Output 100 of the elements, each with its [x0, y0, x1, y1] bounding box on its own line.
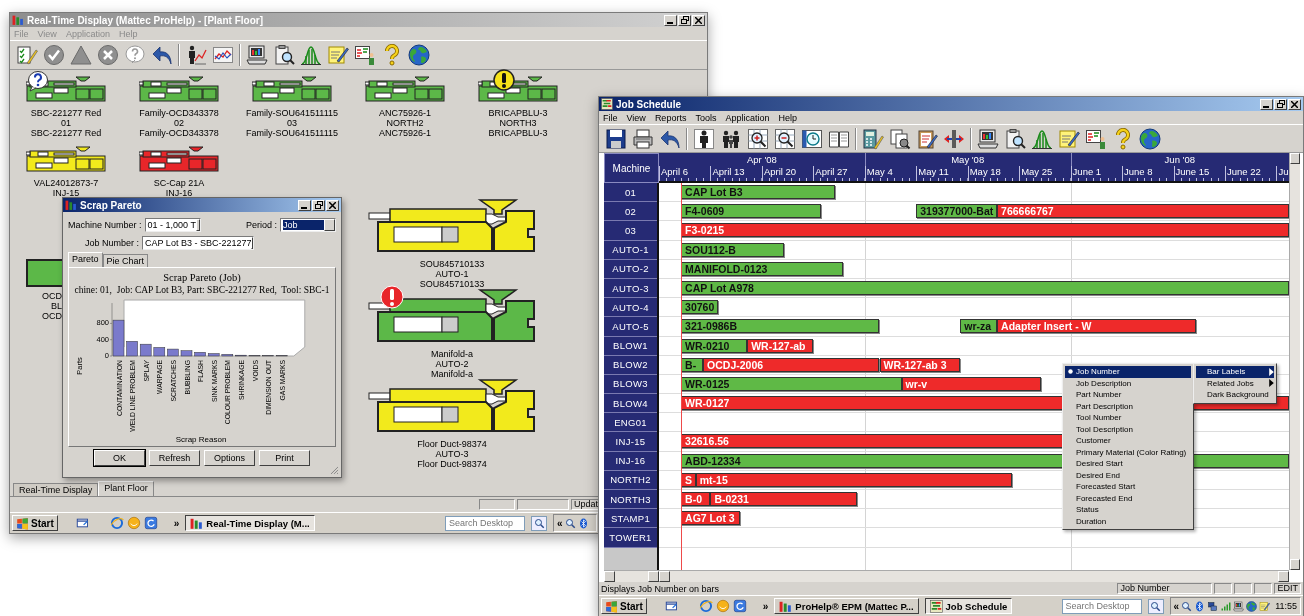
search-field[interactable]: Search Desktop	[1061, 598, 1142, 614]
machine-cell[interactable]: INJ-15	[604, 432, 657, 452]
menu-item[interactable]: Related Jobs	[1196, 377, 1274, 389]
job-bar[interactable]: 766666767	[997, 204, 1289, 219]
machine-icon[interactable]	[139, 146, 219, 172]
clipboard-icon[interactable]	[916, 127, 938, 150]
machine-cell[interactable]: 03	[604, 221, 657, 241]
bluetooth-icon[interactable]	[577, 517, 589, 529]
menu-item[interactable]: Desired Start	[1065, 458, 1191, 470]
note-pencil-icon[interactable]	[1058, 127, 1080, 150]
machine-icon[interactable]	[139, 76, 219, 102]
bell-curve-icon[interactable]	[300, 44, 322, 66]
calculator-icon[interactable]	[862, 127, 884, 150]
resize-grip-icon[interactable]	[330, 466, 339, 475]
job-bar[interactable]: 319377000-Bat	[916, 204, 998, 219]
refresh-icon[interactable]	[732, 599, 747, 613]
machine-icon[interactable]	[368, 379, 536, 433]
job-bar[interactable]: wr-za	[960, 319, 998, 334]
magnifier-icon[interactable]	[1181, 600, 1193, 612]
tab[interactable]: Pie Chart	[102, 253, 149, 267]
question-bubble-icon[interactable]	[124, 44, 146, 66]
menu-item[interactable]: Customer	[1065, 435, 1191, 447]
dialog-button[interactable]: OK	[94, 450, 145, 467]
bluetooth-icon[interactable]	[1194, 600, 1206, 612]
job-bar[interactable]: 32616.56	[681, 434, 1064, 449]
job-bar[interactable]: WR-127-ab	[747, 338, 814, 353]
globe-icon[interactable]	[408, 44, 430, 66]
restore-button[interactable]	[312, 199, 325, 211]
overflow-chevron[interactable]: »	[173, 517, 180, 529]
desktop-icon[interactable]	[664, 599, 679, 613]
job-bar[interactable]: OCDJ-2006	[703, 357, 880, 372]
menu-item[interactable]: Desired End	[1065, 469, 1191, 481]
job-number-dropdown[interactable]: CAP Lot B3 - SBC-221277	[142, 236, 255, 251]
start-button[interactable]: Start	[601, 598, 647, 614]
tab[interactable]: Pareto	[68, 251, 103, 267]
machine-icon[interactable]	[368, 199, 536, 253]
taskbar-button[interactable]: ProHelp® EPM (Mattec P...	[774, 598, 919, 614]
search-button[interactable]	[531, 515, 547, 531]
note-pencil-icon[interactable]	[1259, 600, 1271, 612]
job-bar[interactable]: WR-127-ab 3	[879, 357, 961, 372]
job-bar[interactable]: B-0231	[710, 492, 858, 506]
job-bar[interactable]: mt-15	[695, 472, 1012, 487]
search-field[interactable]: Search Desktop	[445, 515, 525, 531]
globe-icon[interactable]	[1246, 600, 1258, 612]
job-bar[interactable]: B-0	[681, 492, 711, 506]
job-bar[interactable]: Adapter Insert - W	[997, 319, 1196, 334]
refresh-icon[interactable]	[143, 516, 158, 530]
menu-item[interactable]: Status	[1065, 504, 1191, 516]
menu-item[interactable]: Application	[725, 112, 770, 123]
magnifier-icon[interactable]	[564, 517, 576, 529]
machine-cell[interactable]: NORTH3	[604, 490, 657, 510]
clock-icon[interactable]	[801, 127, 823, 150]
globe-icon[interactable]	[1139, 127, 1161, 150]
presentation-icon[interactable]	[354, 44, 376, 66]
job-bar[interactable]: F3-0215	[681, 223, 1289, 238]
machine-icon[interactable]	[365, 76, 445, 102]
menu-item[interactable]: Tools	[695, 112, 717, 123]
menu-item[interactable]: File	[603, 112, 618, 123]
horizontal-scrollbar[interactable]	[659, 570, 1289, 582]
machine-icon[interactable]	[26, 146, 106, 172]
job-bar[interactable]: WR-0210	[681, 338, 748, 353]
check-circle-icon[interactable]	[43, 44, 65, 66]
desktop-icon[interactable]	[75, 516, 90, 530]
printer-icon[interactable]	[632, 127, 654, 150]
checklist-icon[interactable]	[16, 44, 38, 66]
dialog-button[interactable]: Options	[204, 450, 255, 467]
menu-item[interactable]: Tool Description	[1065, 423, 1191, 435]
person-icon[interactable]	[693, 127, 715, 150]
menu-item[interactable]: Reports	[654, 112, 687, 123]
menu-item[interactable]: Forecasted Start	[1065, 481, 1191, 493]
menu-item[interactable]: Part Description	[1065, 400, 1191, 412]
menu-item[interactable]: Bar Labels	[1196, 366, 1274, 378]
computer-icon[interactable]	[1233, 600, 1245, 612]
machine-number-dropdown[interactable]: 01 - 1,000 T	[144, 218, 201, 233]
computer-icon[interactable]	[246, 44, 268, 66]
zoom-out-icon[interactable]	[774, 127, 796, 150]
machine-cell[interactable]: TOWER1	[604, 528, 657, 548]
taskbar-button[interactable]: Job Schedule	[924, 598, 1013, 614]
presentation-icon[interactable]	[1085, 127, 1107, 150]
job-bar[interactable]: 30760	[681, 300, 718, 315]
machine-icon[interactable]	[368, 289, 536, 343]
dialog-button[interactable]: Refresh	[149, 450, 200, 467]
restore-button[interactable]	[1274, 98, 1287, 110]
minimize-button[interactable]	[1260, 98, 1273, 110]
machine-cell[interactable]: BLOW4	[604, 394, 657, 414]
machine-cell[interactable]: AUTO-5	[604, 317, 657, 337]
clipboard-magnifier-icon[interactable]	[273, 44, 295, 66]
job-bar[interactable]: wr-v	[901, 376, 1042, 391]
search-button[interactable]	[1147, 598, 1164, 614]
job-bar[interactable]: CAP Lot A978	[681, 280, 1289, 295]
dialog-button[interactable]: Print	[259, 450, 310, 467]
menu-item[interactable]: Tool Number	[1065, 412, 1191, 424]
zoom-in-icon[interactable]	[747, 127, 769, 150]
menu-item[interactable]: Job Number	[1065, 366, 1191, 378]
documents-icon[interactable]	[889, 127, 911, 150]
x-circle-icon[interactable]	[97, 44, 119, 66]
curved-arrow-icon[interactable]	[151, 44, 173, 66]
start-button[interactable]: Start	[12, 515, 58, 531]
menu-item[interactable]: Duration	[1065, 515, 1191, 527]
job-bar[interactable]: F4-0609	[681, 204, 821, 219]
